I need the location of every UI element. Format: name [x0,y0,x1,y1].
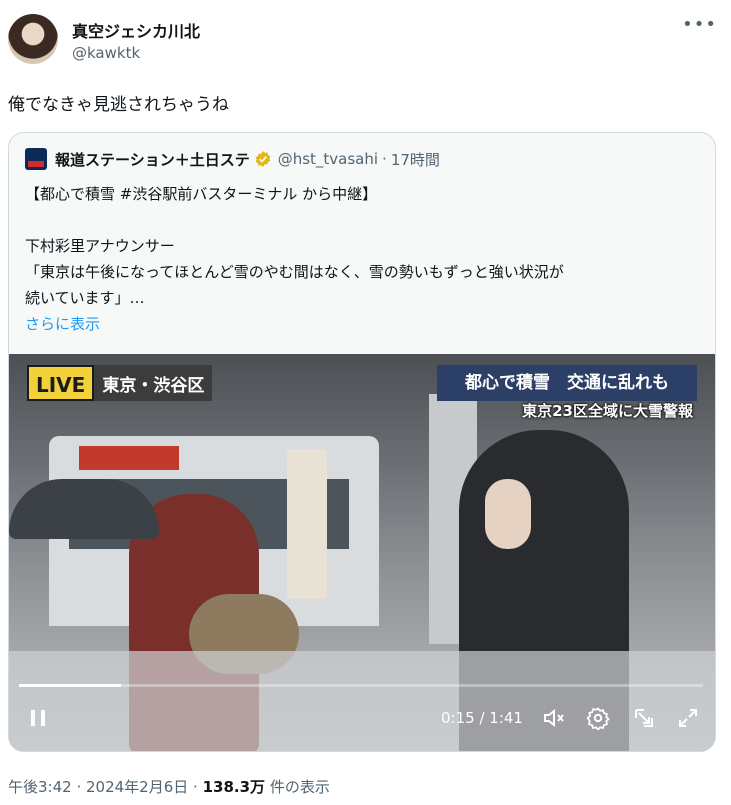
weather-warning: 東京23区全域に大雪警報 [522,402,693,420]
quoted-post[interactable]: 報道ステーション＋土日ステ @hst_tvasahi · 17時間 【都心で積雪… [8,132,716,752]
quoted-text-line: 下村彩里アナウンサー [25,237,175,255]
quoted-post-header: 報道ステーション＋土日ステ @hst_tvasahi · 17時間 [25,147,440,171]
author-avatar[interactable] [8,14,58,64]
live-badge: LIVE 東京・渋谷区 [27,365,213,401]
news-headline: 都心で積雪 交通に乱れも [437,365,697,401]
post-meta: 午後3:42 · 2024年2月6日 · 138.3万 件の表示 [8,776,330,797]
live-location: 東京・渋谷区 [102,375,205,396]
quoted-text-line: 続いています」… [25,289,145,307]
video-time: 0:15 / 1:41 [441,709,523,727]
post-timestamp[interactable]: 午後3:42 · 2024年2月6日 · [8,778,198,796]
quoted-author-handle[interactable]: @hst_tvasahi [278,150,378,168]
quoted-post-body: 【都心で積雪 #渋谷駅前バスターミナル から中継】 下村彩里アナウンサー 「東京… [25,181,701,337]
fullscreen-icon[interactable] [673,703,703,733]
bus-destination-sign [79,446,179,470]
quoted-post-time[interactable]: 17時間 [391,149,440,170]
more-options-icon[interactable]: ••• [682,14,717,35]
author-handle[interactable]: @kawktk [72,44,140,62]
bus-stop-sign [287,449,327,599]
post-author: 真空ジェシカ川北 @kawktk ••• [8,14,723,68]
live-label: LIVE [27,365,95,401]
pause-icon[interactable] [23,703,53,733]
mute-icon[interactable] [539,703,569,733]
quoted-text-line [25,207,701,233]
quoted-text-line: 「東京は午後になってほとんど雪のやむ間はなく、雪の勢いもずっと強い状況が [25,263,564,281]
view-count: 138.3万 [202,778,266,796]
video-progress-fill [19,684,121,687]
settings-gear-icon[interactable] [583,703,613,733]
video-player[interactable]: LIVE 東京・渋谷区 都心で積雪 交通に乱れも 東京23区全域に大雪警報 0:… [9,354,715,751]
quoted-text-line: 【都心で積雪 #渋谷駅前バスターミナル から中継】 [25,185,378,203]
author-display-name[interactable]: 真空ジェシカ川北 [72,18,200,42]
view-count-label: 件の表示 [269,778,330,796]
post-text: 俺でなきゃ見逃されちゃうね [8,95,229,115]
show-more-link[interactable]: さらに表示 [25,311,701,337]
quoted-author-avatar[interactable] [25,148,47,170]
reporter-face [485,479,531,549]
verified-badge-icon [255,151,270,167]
umbrella [9,479,159,539]
video-progress-bar[interactable] [19,684,703,687]
picture-in-picture-icon[interactable] [629,703,659,733]
header-separator: · [382,150,387,168]
quoted-author-name[interactable]: 報道ステーション＋土日ステ [55,149,250,170]
video-controls: 0:15 / 1:41 [9,699,715,739]
